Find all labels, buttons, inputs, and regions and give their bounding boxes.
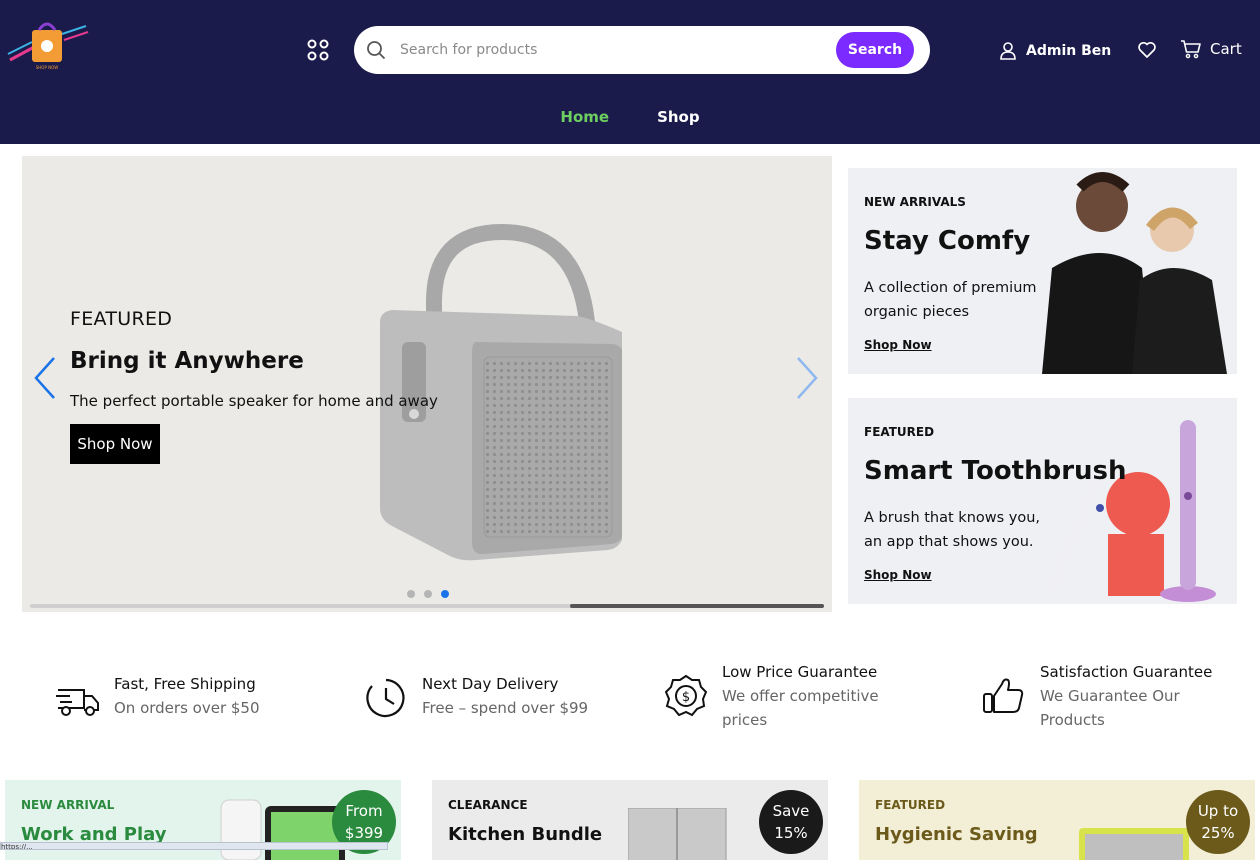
- cart-label: Cart: [1210, 40, 1242, 58]
- badge-line-2: 15%: [774, 824, 808, 842]
- search-input[interactable]: [400, 38, 820, 62]
- nav-home[interactable]: Home: [560, 108, 609, 126]
- feature-title: Satisfaction Guarantee: [1040, 663, 1213, 681]
- feature-delivery: Next Day Delivery Free – spend over $99: [364, 672, 588, 720]
- category-card-hygienic-saving[interactable]: FEATURED Hygienic Saving Up to 25%: [859, 780, 1255, 860]
- cart-button[interactable]: Cart: [1180, 39, 1242, 59]
- card-price-badge: Up to 25%: [1186, 790, 1250, 854]
- card-title: Hygienic Saving: [875, 824, 1038, 845]
- slider-next-arrow-icon[interactable]: [794, 356, 820, 400]
- slider-prev-arrow-icon[interactable]: [32, 356, 58, 400]
- search-icon: [367, 41, 386, 60]
- promo-eyebrow: NEW ARRIVALS: [864, 195, 966, 209]
- slider-dot[interactable]: [407, 590, 415, 598]
- promo-shop-now-link[interactable]: Shop Now: [864, 568, 932, 582]
- feature-price: $ Low Price Guarantee We offer competiti…: [664, 660, 892, 732]
- nav-shop[interactable]: Shop: [657, 108, 700, 126]
- promo-subtitle: A collection of premium organic pieces: [864, 280, 1037, 320]
- feature-subtitle: Free – spend over $99: [422, 699, 589, 717]
- badge-line-1: From: [345, 802, 383, 820]
- promo-shop-now-link[interactable]: Shop Now: [864, 338, 932, 352]
- site-header: SHOP NOW Search Admin Ben Cart Ho: [0, 0, 1260, 144]
- hero-slider: FEATURED Bring it Anywhere The perfect p…: [22, 156, 832, 612]
- category-card-kitchen-bundle[interactable]: CLEARANCE Kitchen Bundle Save 15%: [432, 780, 828, 860]
- card-eyebrow: NEW ARRIVAL: [21, 798, 115, 812]
- shop-logo[interactable]: SHOP NOW: [6, 16, 90, 72]
- cart-icon: [1181, 40, 1201, 59]
- feature-title: Low Price Guarantee: [722, 663, 878, 681]
- toothbrush-image: [1046, 420, 1216, 602]
- couple-hoodies-image: [1042, 172, 1227, 374]
- slider-dot[interactable]: [441, 590, 449, 598]
- card-eyebrow: CLEARANCE: [448, 798, 528, 812]
- feature-subtitle: We offer competitive prices: [722, 687, 879, 729]
- card-eyebrow: FEATURED: [875, 798, 946, 812]
- feature-subtitle: We Guarantee Our Products: [1040, 687, 1180, 729]
- promo-eyebrow: FEATURED: [864, 425, 935, 439]
- badge-line-1: Up to: [1197, 802, 1239, 820]
- slider-dots: [407, 590, 449, 598]
- logo-text: SHOP NOW: [36, 65, 59, 70]
- badge-line-2: $399: [344, 824, 384, 842]
- badge-line-1: Save: [772, 802, 810, 820]
- main-nav: Home Shop: [0, 108, 1260, 126]
- slider-dot[interactable]: [424, 590, 432, 598]
- feature-title: Next Day Delivery: [422, 675, 559, 693]
- badge-line-2: 25%: [1201, 824, 1235, 842]
- feature-title: Fast, Free Shipping: [114, 675, 256, 693]
- apps-grid-icon[interactable]: [306, 38, 330, 62]
- feature-satisfaction: Satisfaction Guarantee We Guarantee Our …: [982, 660, 1220, 732]
- promo-card-smart-toothbrush[interactable]: FEATURED Smart Toothbrush A brush that k…: [848, 398, 1237, 604]
- devices-image: [220, 799, 345, 860]
- fridge-image: [628, 808, 727, 860]
- feature-subtitle: On orders over $50: [114, 699, 260, 717]
- promo-title: Smart Toothbrush: [864, 456, 1127, 486]
- slider-progress-fill: [569, 604, 824, 608]
- card-price-badge: Save 15%: [759, 790, 823, 854]
- heart-icon[interactable]: [1137, 40, 1157, 60]
- hero-eyebrow: FEATURED: [70, 308, 173, 330]
- user-name: Admin Ben: [1026, 43, 1112, 59]
- browser-status-bar: https://...: [0, 842, 388, 850]
- truck-icon: [56, 689, 99, 716]
- dollar-badge-icon: $: [664, 674, 708, 717]
- slider-progress: [30, 604, 824, 608]
- shaver-image: [1079, 828, 1189, 860]
- promo-title: Stay Comfy: [864, 226, 1031, 256]
- thumbs-up-icon: [983, 678, 1024, 713]
- promo-subtitle: A brush that knows you, an app that show…: [864, 510, 1041, 550]
- search-bar: Search: [354, 26, 930, 74]
- svg-text:$: $: [682, 690, 690, 705]
- hero-title: Bring it Anywhere: [70, 348, 304, 374]
- hero-subtitle: The perfect portable speaker for home an…: [70, 392, 438, 410]
- clock-icon: [366, 678, 405, 718]
- user-icon: [1000, 42, 1016, 60]
- speaker-image: [380, 223, 622, 561]
- promo-card-stay-comfy[interactable]: NEW ARRIVALS Stay Comfy A collection of …: [848, 168, 1237, 374]
- features-strip: Fast, Free Shipping On orders over $50 N…: [0, 660, 1260, 740]
- hero-shop-now-button[interactable]: Shop Now: [70, 424, 160, 464]
- search-button[interactable]: Search: [836, 32, 914, 68]
- user-account[interactable]: Admin Ben: [1000, 40, 1111, 62]
- feature-shipping: Fast, Free Shipping On orders over $50: [56, 672, 260, 722]
- card-title: Kitchen Bundle: [448, 824, 603, 845]
